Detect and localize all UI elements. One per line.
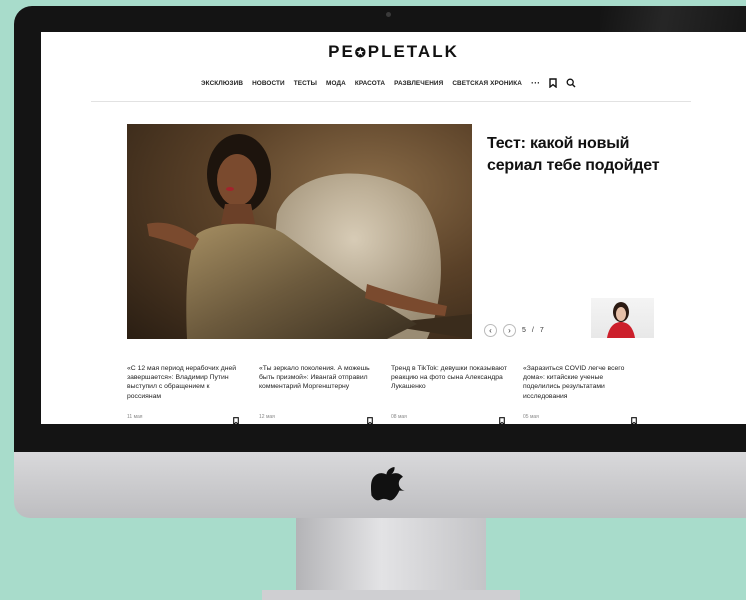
- logo-text-right: PLETALK: [367, 42, 459, 61]
- news-card-title: «С 12 мая период нерабочих дней завершае…: [127, 365, 237, 400]
- bookmark-icon[interactable]: [367, 412, 373, 424]
- news-card[interactable]: Тренд в TikTok: девушки показывают реакц…: [391, 364, 507, 424]
- news-card[interactable]: «Ты зеркало поколения. А можешь быть при…: [259, 364, 375, 424]
- nav-item-fashion[interactable]: МОДА: [326, 80, 346, 87]
- nav-more-button[interactable]: ···: [531, 78, 540, 88]
- nav-item-tests[interactable]: ТЕСТЫ: [294, 80, 317, 87]
- bookmark-icon[interactable]: [233, 412, 239, 424]
- hero-image[interactable]: [127, 124, 472, 339]
- pager-total: 7: [539, 327, 544, 334]
- camera-icon: [386, 12, 391, 17]
- news-card-date: 12 мая: [259, 414, 275, 420]
- monitor-stand-base: [262, 590, 520, 600]
- news-card-date: 11 мая: [127, 414, 143, 420]
- main-nav: ЭКСКЛЮЗИВ НОВОСТИ ТЕСТЫ МОДА КРАСОТА РАЗ…: [201, 78, 576, 88]
- prev-slide-button[interactable]: ‹: [484, 324, 497, 337]
- site-logo[interactable]: PE✪PLETALK: [41, 42, 746, 62]
- next-slide-button[interactable]: ›: [503, 324, 516, 337]
- pager-current: 5: [522, 327, 526, 334]
- news-card-date: 05 мая: [523, 414, 539, 420]
- news-card-title: Тренд в TikTok: девушки показывают реакц…: [391, 365, 507, 391]
- search-icon[interactable]: [566, 78, 576, 88]
- logo-text-left: PE: [328, 42, 355, 61]
- hero-headline[interactable]: Тест: какой новый сериал тебе подойдет: [487, 133, 667, 177]
- thumbnail-illustration: [607, 302, 635, 338]
- news-card-title: «Ты зеркало поколения. А можешь быть при…: [259, 365, 370, 391]
- bookmark-icon[interactable]: [631, 412, 637, 424]
- bookmark-icon[interactable]: [499, 412, 505, 424]
- hero-photo-illustration: [147, 134, 472, 339]
- news-card-title: «Заразиться COVID легче всего дома»: кит…: [523, 365, 625, 400]
- nav-item-beauty[interactable]: КРАСОТА: [355, 80, 385, 87]
- monitor-stand: [296, 518, 486, 600]
- bookmark-icon[interactable]: [549, 78, 557, 88]
- browser-screen: PE✪PLETALK ЭКСКЛЮЗИВ НОВОСТИ ТЕСТЫ МОДА …: [41, 32, 746, 424]
- logo-star-icon: ✪: [354, 45, 368, 60]
- header-divider: [91, 101, 691, 102]
- news-card[interactable]: «С 12 мая период нерабочих дней завершае…: [127, 364, 243, 424]
- hero-pager: ‹ › 5 / 7: [484, 324, 544, 337]
- nav-item-entertainment[interactable]: РАЗВЛЕЧЕНИЯ: [394, 80, 443, 87]
- nav-item-society[interactable]: СВЕТСКАЯ ХРОНИКА: [452, 80, 522, 87]
- news-card-date: 08 мая: [391, 414, 407, 420]
- nav-item-news[interactable]: НОВОСТИ: [252, 80, 285, 87]
- news-card[interactable]: «Заразиться COVID легче всего дома»: кит…: [523, 364, 639, 424]
- pager-separator: /: [531, 327, 534, 334]
- apple-logo-icon: [370, 465, 405, 508]
- next-slide-thumbnail[interactable]: [591, 298, 654, 338]
- nav-item-exclusive[interactable]: ЭКСКЛЮЗИВ: [201, 80, 243, 87]
